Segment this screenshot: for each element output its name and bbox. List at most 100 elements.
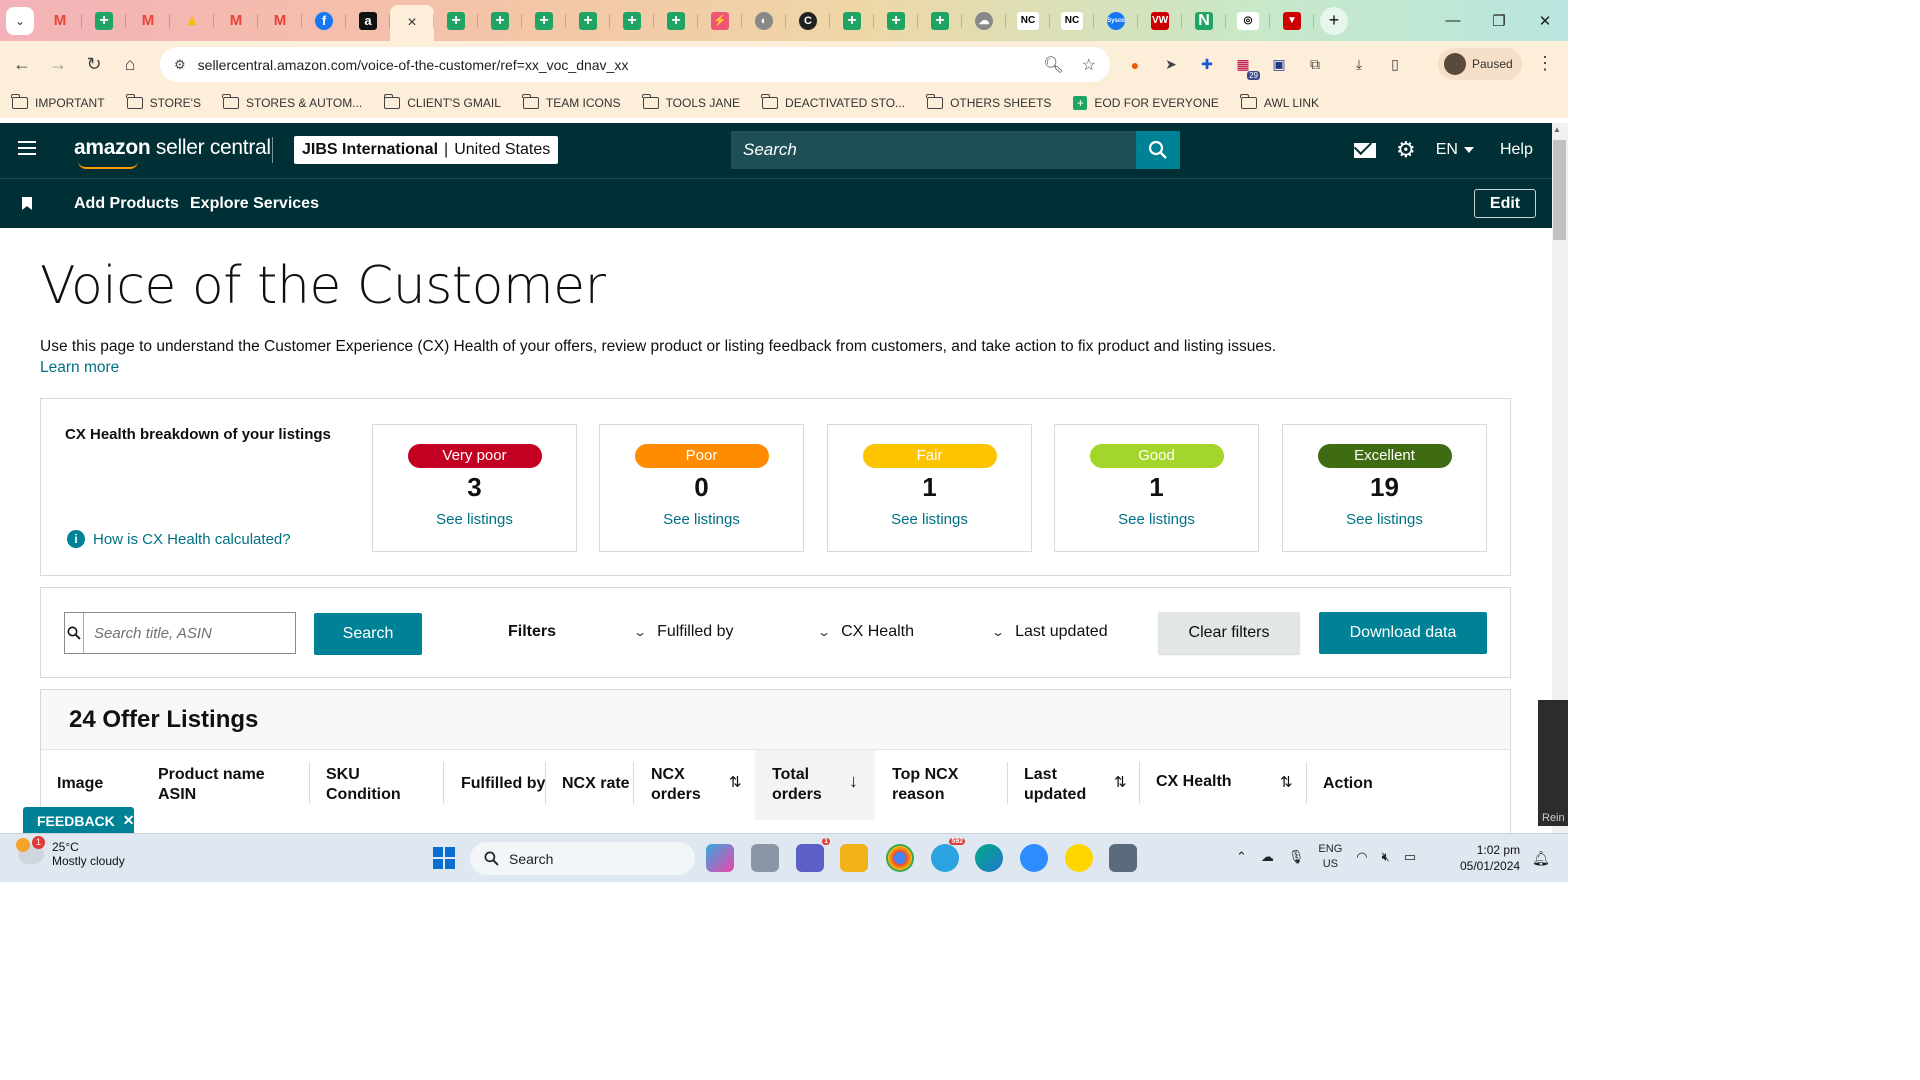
- speaker-muted-icon[interactable]: 🔇︎: [1382, 849, 1390, 865]
- seller-central-logo[interactable]: amazon seller central: [74, 136, 271, 169]
- zoom-icon[interactable]: [1020, 844, 1048, 872]
- sort-descending-icon[interactable]: ↓: [849, 771, 858, 792]
- bookmark-item[interactable]: DEACTIVATED STO...: [761, 94, 905, 110]
- hamburger-menu-icon[interactable]: [18, 141, 36, 159]
- download-icon[interactable]: ⤓: [1348, 54, 1370, 76]
- task-view-icon[interactable]: [751, 844, 779, 872]
- wifi-icon[interactable]: ◠: [1356, 849, 1367, 865]
- puzzle-extensions-icon[interactable]: ⧉: [1304, 54, 1326, 76]
- column-ncx-orders[interactable]: NCX orders: [651, 765, 701, 805]
- chevron-up-icon[interactable]: ⌃: [1236, 849, 1247, 865]
- forward-arrow-icon[interactable]: →: [40, 47, 76, 83]
- language-selector[interactable]: EN: [1436, 141, 1474, 159]
- see-listings-link[interactable]: See listings: [828, 511, 1031, 528]
- file-explorer-icon[interactable]: [840, 844, 868, 872]
- weather-widget[interactable]: 1 25°C Mostly cloudy: [16, 836, 125, 868]
- microphone-icon[interactable]: 🎙︎: [1288, 849, 1305, 865]
- column-cx-health[interactable]: CX Health: [1156, 772, 1232, 792]
- how-cx-calculated-link[interactable]: i How is CX Health calculated?: [67, 530, 291, 548]
- browser-tab[interactable]: C: [786, 5, 830, 37]
- copilot-icon[interactable]: [706, 844, 734, 872]
- cursor-extension-icon[interactable]: ➤: [1160, 54, 1182, 76]
- bookmark-item[interactable]: IMPORTANT: [11, 94, 105, 110]
- column-fulfilled-by[interactable]: Fulfilled by: [461, 774, 545, 794]
- bookmark-item[interactable]: STORES & AUTOM...: [222, 94, 362, 110]
- browser-tab[interactable]: +: [610, 5, 654, 37]
- firefox-extension-icon[interactable]: ●: [1124, 54, 1146, 76]
- column-last-updated[interactable]: Last updated: [1024, 765, 1086, 805]
- system-clock[interactable]: 1:02 pm 05/01/2024: [1460, 842, 1520, 874]
- browser-tab[interactable]: NC: [1006, 5, 1050, 37]
- telegram-icon[interactable]: 592: [931, 838, 965, 872]
- notification-bell-icon[interactable]: 🔔︎: [1532, 850, 1550, 867]
- bookmark-item[interactable]: TEAM ICONS: [522, 94, 621, 110]
- home-icon[interactable]: ⌂: [112, 47, 148, 83]
- browser-tab[interactable]: ◎: [1226, 5, 1270, 37]
- explore-services-link[interactable]: Explore Services: [190, 195, 319, 213]
- bookmark-item[interactable]: + EOD FOR EVERYONE: [1073, 96, 1219, 110]
- header-search-input[interactable]: Search: [731, 131, 1136, 169]
- sort-icon[interactable]: ⇅: [729, 773, 742, 791]
- column-total-orders[interactable]: Total orders: [772, 765, 822, 805]
- clear-filters-button[interactable]: Clear filters: [1158, 612, 1300, 654]
- feedback-tab[interactable]: FEEDBACK ✕: [23, 807, 135, 834]
- input-language[interactable]: ENG US: [1318, 842, 1342, 872]
- column-top-ncx-reason[interactable]: Top NCX reason: [892, 765, 958, 805]
- mail-icon[interactable]: [1354, 142, 1376, 158]
- browser-tab[interactable]: +: [654, 5, 698, 37]
- scrollbar-thumb[interactable]: [1553, 140, 1566, 240]
- minimize-icon[interactable]: —: [1430, 0, 1476, 41]
- browser-tab[interactable]: M: [214, 5, 258, 37]
- see-listings-link[interactable]: See listings: [600, 511, 803, 528]
- zoom-icon[interactable]: 🔍︎: [1043, 55, 1063, 75]
- teams-icon[interactable]: 1: [796, 838, 830, 872]
- browser-tab[interactable]: M: [258, 5, 302, 37]
- close-icon[interactable]: ✕: [123, 812, 135, 829]
- header-search-button[interactable]: [1136, 131, 1180, 169]
- store-selector[interactable]: JIBS International | United States: [294, 136, 559, 164]
- edge-icon[interactable]: [975, 844, 1003, 872]
- bookmark-item[interactable]: CLIENT'S GMAIL: [383, 94, 501, 110]
- side-panel-icon[interactable]: ▯: [1384, 54, 1406, 76]
- bookmark-icon[interactable]: [22, 197, 32, 210]
- calculator-icon[interactable]: [1109, 844, 1137, 872]
- browser-tab[interactable]: +: [918, 5, 962, 37]
- onedrive-cloud-icon[interactable]: ☁: [1261, 849, 1274, 865]
- browser-tab[interactable]: M: [38, 5, 82, 37]
- add-products-link[interactable]: Add Products: [74, 195, 179, 213]
- cx-health-dropdown[interactable]: ⌄ CX Health: [817, 623, 914, 641]
- gear-icon[interactable]: ⚙: [1396, 137, 1416, 163]
- see-listings-link[interactable]: See listings: [1283, 511, 1486, 528]
- browser-tab[interactable]: ⚡: [698, 5, 742, 37]
- browser-tab[interactable]: NC: [1050, 5, 1094, 37]
- bookmark-item[interactable]: OTHERS SHEETS: [926, 94, 1051, 110]
- browser-tab[interactable]: N: [1182, 5, 1226, 37]
- bookmark-item[interactable]: TOOLS JANE: [641, 94, 740, 110]
- profile-button[interactable]: Paused: [1438, 48, 1522, 80]
- column-product-name[interactable]: Product name ASIN: [158, 765, 265, 805]
- fulfilled-by-dropdown[interactable]: ⌄ Fulfilled by: [633, 623, 734, 641]
- browser-tab[interactable]: +: [478, 5, 522, 37]
- column-sku[interactable]: SKU Condition: [326, 765, 401, 805]
- column-ncx-rate[interactable]: NCX rate: [562, 774, 630, 794]
- calendar-extension-icon[interactable]: ▦ 29: [1232, 54, 1260, 80]
- taskbar-search[interactable]: Search: [470, 842, 695, 875]
- download-data-button[interactable]: Download data: [1319, 612, 1487, 654]
- search-button[interactable]: Search: [314, 613, 422, 655]
- browser-tab[interactable]: f: [302, 5, 346, 37]
- close-window-icon[interactable]: ✕: [1522, 0, 1568, 41]
- restore-icon[interactable]: ❐: [1476, 0, 1522, 41]
- bookmark-item[interactable]: STORE'S: [125, 94, 201, 110]
- last-updated-dropdown[interactable]: ⌄ Last updated: [991, 623, 1108, 641]
- browser-tab[interactable]: VW: [1138, 5, 1182, 37]
- video-thumbnail[interactable]: Rein: [1538, 700, 1568, 826]
- see-listings-link[interactable]: See listings: [373, 511, 576, 528]
- listing-search-input[interactable]: [84, 613, 295, 653]
- new-tab-button[interactable]: +: [1320, 6, 1348, 35]
- browser-tab[interactable]: ▲: [170, 5, 214, 37]
- learn-more-link[interactable]: Learn more: [40, 357, 1340, 378]
- browser-menu-icon[interactable]: ⋮: [1536, 53, 1554, 74]
- address-bar[interactable]: ⚙ sellercentral.amazon.com/voice-of-the-…: [160, 47, 1110, 82]
- browser-tab[interactable]: M: [126, 5, 170, 37]
- close-icon[interactable]: ×: [407, 14, 416, 32]
